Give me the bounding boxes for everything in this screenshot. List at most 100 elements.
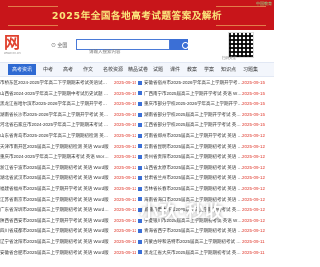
- list-item[interactable]: 山西省2024-2025学年高三上学期期中考试历史试题 Word... 2025-…: [0, 91, 136, 101]
- list-item-date: 2025-09-12: [114, 207, 136, 213]
- list-item[interactable]: 湖北省武汉市2025届高三上学期期初考试 英语 Word版 2025-09-12: [0, 175, 136, 185]
- nav-item[interactable]: 教案: [187, 66, 197, 73]
- list-item-title[interactable]: 黑龙江省哈尔滨市2025-2026学年高三上学期开学考试 英语 Wo...: [0, 101, 110, 107]
- list-item-title[interactable]: 云南省昆明市2025届高三上学期期初考试 英语 Word版: [144, 144, 244, 150]
- nav-item[interactable]: 习题集: [243, 66, 258, 73]
- list-item[interactable]: 甘肃省兰州市2025届高三上学期期初考试 英语 Word版 2025-09-12: [138, 175, 274, 185]
- list-item[interactable]: 湖南省长沙市2025-2026学年高三上学期开学考试 英语 Word... 202…: [0, 112, 136, 122]
- banner-decoration: [8, 6, 58, 26]
- logo-mark: 网: [4, 33, 21, 52]
- list-item[interactable]: 辽宁省沈阳市2025届高三上学期期初考试 英语 Word版 2025-09-11: [0, 239, 136, 249]
- list-item[interactable]: 四川省成都市2025届高三上学期期初考试 英语 Word版 2025-09-12: [0, 228, 136, 238]
- list-item[interactable]: 吉林省长春市2025届高三上学期期初考试 英语 Word版 2025-09-12: [138, 186, 274, 196]
- list-item[interactable]: 江西省部分学校2025届高三上学期开学考试 英语 Word版2025-09-15: [138, 122, 274, 132]
- list-item[interactable]: 贵州省贵阳市2025届高三上学期期初考试 英语 Word版 2025-09-12: [138, 154, 274, 164]
- list-item[interactable]: 浙江省宁波市2025届高三上学期期初考试 英语 Word版 2025-09-12: [0, 165, 136, 175]
- list-item[interactable]: 云南省昆明市2025届高三上学期期初考试 英语 Word版 2025-09-12: [138, 144, 274, 154]
- nav-item[interactable]: 试题: [153, 66, 163, 73]
- list-item-title[interactable]: 山西省2024-2025学年高三上学期期中考试历史试题 Word...: [0, 91, 110, 97]
- list-item-title[interactable]: 河北省石家庄市2024-2025学年高二上学期期末考试 英语 ...: [0, 122, 110, 128]
- nav-item[interactable]: 名校资源: [103, 66, 123, 73]
- list-item[interactable]: 广西南宁市2025届高三上学期开学考试 英语 Word版含解析2025-09-1…: [138, 91, 274, 101]
- list-item[interactable]: 广东省深圳市2025届高三上学期期初考试 英语 Word版含解析 2025-09-…: [0, 207, 136, 217]
- list-item[interactable]: 重庆市2024-2025学年高二上学期期末考试 英语 Word版含... 2025…: [0, 154, 136, 164]
- list-item[interactable]: 河北省石家庄市2024-2025学年高二上学期期末考试 英语 ... 2025-0…: [0, 122, 136, 132]
- list-item[interactable]: 黑龙江省大庆市2025届高三上学期期初考试 英语 Word版2025-09-11: [138, 250, 274, 260]
- list-item[interactable]: 安徽省宿州市2025-2026学年高三上学期开学考试 英语 Word版2025-…: [138, 80, 274, 90]
- list-item-title[interactable]: 重庆市2024-2025学年高二上学期期末考试 英语 Word版含...: [0, 154, 110, 160]
- search-box: [76, 39, 170, 56]
- location-pin-icon: ⊙: [51, 43, 57, 49]
- list-item[interactable]: 福建省福州市2025届高三上学期开学考试 英语 Word版 2025-09-12: [0, 186, 136, 196]
- list-item-title[interactable]: 广东省深圳市2025届高三上学期期初考试 英语 Word版含解析: [0, 207, 110, 213]
- nav-item[interactable]: 学案: [204, 66, 214, 73]
- search-icon: [182, 42, 189, 49]
- list-item-title[interactable]: 辽宁省沈阳市2025届高三上学期期初考试 英语 Word版: [0, 239, 110, 245]
- list-bullet-icon: [138, 165, 142, 170]
- list-item-title[interactable]: 湖南省长沙市2025-2026学年高三上学期开学考试 英语 Word...: [0, 112, 110, 118]
- list-item-title[interactable]: 天津市南开区2025届高三上学期期初检测 英语 Word版: [0, 144, 110, 150]
- top-banner[interactable]: 2025年全国各地高考试题答案及解析 中国教育: [0, 0, 274, 30]
- list-item-title[interactable]: 山西省太原市2025届高三上学期期初考试 英语 Word版: [144, 165, 244, 171]
- nav-item[interactable]: 作文: [83, 66, 93, 73]
- list-item-title[interactable]: 安徽省合肥市2025届高三上学期期初考试 英语 Word版: [0, 250, 110, 256]
- list-item-title[interactable]: 青海省西宁市2025届高三上学期期初考试 英语 Word版: [144, 228, 244, 234]
- nav-item[interactable]: 知识点: [221, 66, 236, 73]
- nav-item[interactable]: 中考: [43, 66, 53, 73]
- list-item[interactable]: 青海省西宁市2025届高三上学期期初考试 英语 Word版 2025-09-12: [138, 228, 274, 238]
- list-item[interactable]: 江苏省南京市2025届高三上学期期初考试 英语 Word版 2025-09-12: [0, 197, 136, 207]
- list-item-date: 2025-09-11: [242, 249, 265, 255]
- list-item-title[interactable]: 湖南省部分学校2025届高三上学期开学考试 英语 Word版含解析: [144, 112, 244, 118]
- list-bullet-icon: [138, 91, 142, 96]
- search-input[interactable]: [77, 47, 169, 56]
- top-links[interactable]: 中国教育: [256, 1, 272, 7]
- list-item-title[interactable]: 贵州省贵阳市2025届高三上学期期初考试 英语 Word版: [144, 154, 244, 160]
- list-item-date: 2025-09-12: [242, 133, 266, 138]
- list-item[interactable]: 河南省郑州市2025届高三上学期开学考试 英语 Word版 2025-09-12: [138, 133, 274, 143]
- list-item-title[interactable]: 黑龙江省大庆市2025届高三上学期期初考试 英语 Word版: [144, 250, 244, 256]
- site-logo[interactable]: 网 www.xx.cn: [4, 34, 44, 56]
- list-item-title[interactable]: 内蒙古呼和浩特市2025届高三上学期期初考试 英语 Word版: [144, 239, 244, 245]
- list-item-title[interactable]: 甘肃省兰州市2025届高三上学期期初考试 英语 Word版: [144, 175, 244, 181]
- list-item-date: 2025-09-15: [242, 80, 266, 85]
- list-item-title[interactable]: 市桥东区2024-2025学年高二下学期期末考试英语试题 Word版...: [0, 80, 110, 86]
- list-item[interactable]: 内蒙古呼和浩特市2025届高三上学期期初考试 英语 Word版2025-09-1…: [138, 239, 274, 249]
- list-item-title[interactable]: 安徽省宿州市2025-2026学年高三上学期开学考试 英语 Word版: [144, 80, 244, 86]
- list-item[interactable]: 湖南省部分学校2025届高三上学期开学考试 英语 Word版含解析2025-09…: [138, 112, 274, 122]
- list-item-title[interactable]: 江苏省南京市2025届高三上学期期初考试 英语 Word版: [0, 197, 110, 203]
- list-item-title[interactable]: 吉林省长春市2025届高三上学期期初考试 英语 Word版: [144, 186, 244, 192]
- list-item-title[interactable]: 江西省部分学校2025届高三上学期开学考试 英语 Word版: [144, 122, 244, 128]
- list-item[interactable]: 市桥东区2024-2025学年高二下学期期末考试英语试题 Word版... 202…: [0, 80, 136, 90]
- list-item-date: 2025-09-15: [114, 101, 136, 107]
- list-item-date: 2025-09-12: [242, 196, 266, 202]
- list-item-title[interactable]: 浙江省宁波市2025届高三上学期期初考试 英语 Word版: [0, 165, 110, 171]
- list-item-title[interactable]: 陕西省西安市2025届高三上学期开学考试 英语 Word版: [0, 218, 110, 224]
- list-item[interactable]: 天津市南开区2025届高三上学期期初检测 英语 Word版 2025-09-12: [0, 144, 136, 154]
- list-item[interactable]: 陕西省西安市2025届高三上学期开学考试 英语 Word版 2025-09-12: [0, 218, 136, 228]
- city-selector[interactable]: ⊙ 全国: [51, 42, 67, 49]
- search-button[interactable]: [170, 39, 189, 50]
- list-item-title[interactable]: 广西南宁市2025届高三上学期开学考试 英语 Word版含解析: [144, 91, 244, 97]
- nav-item-active[interactable]: 高考资讯: [8, 64, 36, 75]
- list-item[interactable]: 山西省太原市2025届高三上学期期初考试 英语 Word版 2025-09-12: [138, 165, 274, 175]
- list-item[interactable]: 安徽省合肥市2025届高三上学期期初考试 英语 Word版 2025-09-11: [0, 250, 136, 260]
- list-item-date: 2025-09-15: [242, 111, 266, 117]
- list-item-title[interactable]: 湖北省武汉市2025届高三上学期期初考试 英语 Word版: [0, 175, 110, 181]
- list-item[interactable]: 山东省青岛市2025-2026学年高三上学期期初检测 英语 Wor... 2025…: [0, 133, 136, 143]
- list-bullet-icon: [138, 123, 142, 128]
- list-item-date: 2025-09-12: [242, 228, 266, 234]
- nav-item[interactable]: 课件: [170, 66, 180, 73]
- list-bullet-icon: [138, 176, 142, 181]
- nav-item[interactable]: 高考: [63, 66, 73, 73]
- list-item-date: 2025-09-12: [242, 175, 266, 181]
- list-item-title[interactable]: 四川省成都市2025届高三上学期期初考试 英语 Word版: [0, 228, 110, 234]
- list-item-title[interactable]: 福建省福州市2025届高三上学期开学考试 英语 Word版: [0, 186, 110, 192]
- list-bullet-icon: [138, 186, 142, 191]
- list-item[interactable]: 黑龙江省哈尔滨市2025-2026学年高三上学期开学考试 英语 Wo... 202…: [0, 101, 136, 111]
- list-item-date: 2025-09-11: [114, 249, 136, 255]
- list-item-title[interactable]: 河南省郑州市2025届高三上学期开学考试 英语 Word版: [144, 133, 244, 139]
- list-item-title[interactable]: 重庆市部分学校2025-2026学年高三上学期开学考试 英语 Word版: [144, 101, 244, 107]
- nav-item[interactable]: 精品试卷: [128, 66, 148, 73]
- list-item-title[interactable]: 山东省青岛市2025-2026学年高三上学期期初检测 英语 Wor...: [0, 133, 110, 139]
- list-item[interactable]: 重庆市部分学校2025-2026学年高三上学期开学考试 英语 Word版2025…: [138, 101, 274, 111]
